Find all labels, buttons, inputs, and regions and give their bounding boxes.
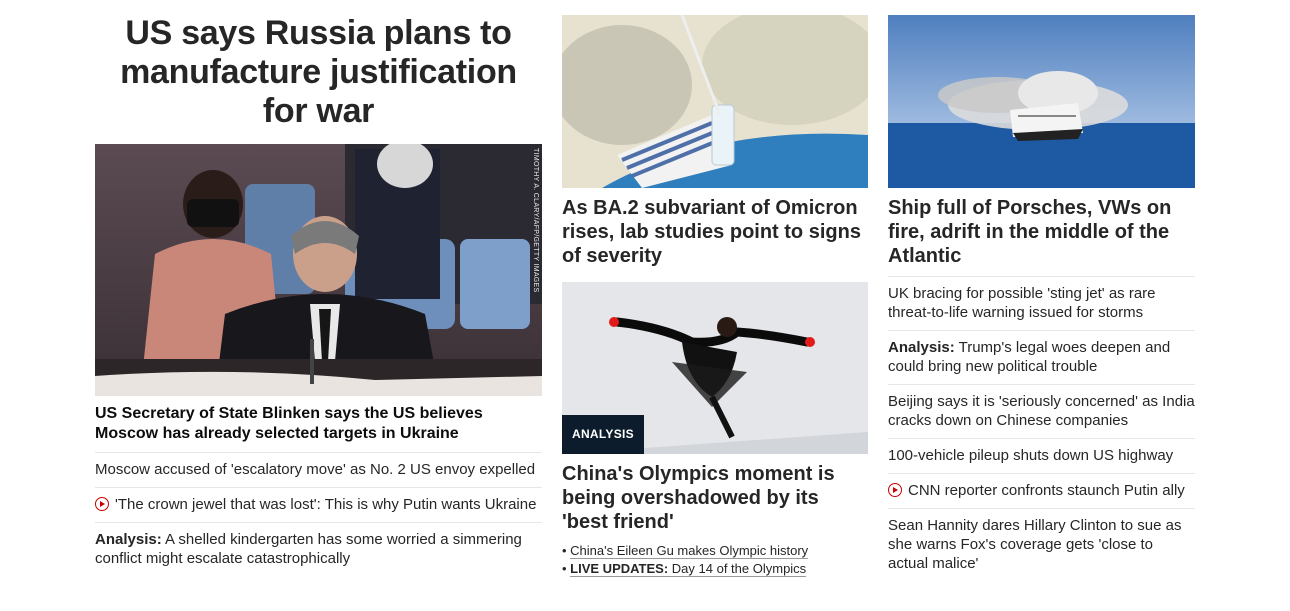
un-security-council-photo	[95, 144, 542, 396]
list-item-text: Beijing says it is 'seriously concerned'…	[888, 393, 1195, 429]
olympics-headline[interactable]: China's Olympics moment is being oversha…	[562, 462, 868, 534]
list-item[interactable]: Analysis: Trump's legal woes deepen and …	[888, 331, 1195, 385]
play-icon	[95, 497, 109, 511]
list-item[interactable]: 100-vehicle pileup shuts down US highway	[888, 439, 1195, 474]
ship-headline[interactable]: Ship full of Porsches, VWs on fire, adri…	[888, 196, 1195, 277]
omicron-headline[interactable]: As BA.2 subvariant of Omicron rises, lab…	[562, 196, 868, 268]
middle-column: As BA.2 subvariant of Omicron rises, lab…	[562, 0, 868, 578]
list-item[interactable]: Moscow accused of 'escalatory move' as N…	[95, 453, 542, 488]
analysis-label: Analysis:	[888, 339, 955, 356]
analysis-label: Analysis:	[95, 531, 162, 548]
list-item-text: UK bracing for possible 'sting jet' as r…	[888, 285, 1156, 321]
live-updates-label: LIVE UPDATES:	[570, 561, 669, 576]
list-item-text: CNN reporter confronts staunch Putin all…	[908, 482, 1185, 499]
olympics-image[interactable]: ANALYSIS	[562, 282, 868, 454]
right-column: Ship full of Porsches, VWs on fire, adri…	[888, 0, 1195, 581]
list-item-text: 100-vehicle pileup shuts down US highway	[888, 447, 1174, 464]
lead-banner-headline[interactable]: US says Russia plans to manufacture just…	[95, 14, 542, 131]
right-list: UK bracing for possible 'sting jet' as r…	[888, 277, 1195, 581]
list-item-text: Moscow accused of 'escalatory move' as N…	[95, 461, 536, 478]
sublink-item: • LIVE UPDATES: Day 14 of the Olympics	[562, 561, 807, 577]
live-updates-text: Day 14 of the Olympics	[671, 561, 807, 576]
list-item[interactable]: UK bracing for possible 'sting jet' as r…	[888, 277, 1195, 331]
list-item[interactable]: CNN reporter confronts staunch Putin all…	[888, 474, 1195, 509]
play-icon	[888, 483, 902, 497]
list-item[interactable]: Beijing says it is 'seriously concerned'…	[888, 385, 1195, 439]
list-item[interactable]: 'The crown jewel that was lost': This is…	[95, 488, 542, 523]
image-credit: TIMOTHY A. CLARY/AFP/GETTY IMAGES	[532, 148, 539, 293]
lead-related-list: Moscow accused of 'escalatory move' as N…	[95, 453, 542, 576]
olympics-sublinks: • China's Eileen Gu makes Olympic histor…	[562, 542, 868, 578]
eileen-gu-link[interactable]: China's Eileen Gu makes Olympic history	[570, 543, 809, 559]
omicron-test-image[interactable]	[562, 15, 868, 188]
ship-image[interactable]	[888, 15, 1195, 188]
lead-image[interactable]: TIMOTHY A. CLARY/AFP/GETTY IMAGES	[95, 144, 542, 396]
lead-column: US says Russia plans to manufacture just…	[95, 0, 542, 576]
live-updates-link[interactable]: LIVE UPDATES: Day 14 of the Olympics	[570, 561, 807, 577]
list-item[interactable]: Sean Hannity dares Hillary Clinton to su…	[888, 509, 1195, 581]
analysis-badge: ANALYSIS	[562, 415, 644, 454]
list-item[interactable]: Analysis: A shelled kindergarten has som…	[95, 523, 542, 576]
sublink-item: • China's Eileen Gu makes Olympic histor…	[562, 543, 809, 559]
lead-story-headline[interactable]: US Secretary of State Blinken says the U…	[95, 396, 542, 453]
list-item-text: Sean Hannity dares Hillary Clinton to su…	[888, 517, 1182, 572]
lab-test-photo	[562, 15, 868, 188]
burning-ship-photo	[888, 15, 1195, 188]
list-item-text: 'The crown jewel that was lost': This is…	[115, 496, 537, 513]
